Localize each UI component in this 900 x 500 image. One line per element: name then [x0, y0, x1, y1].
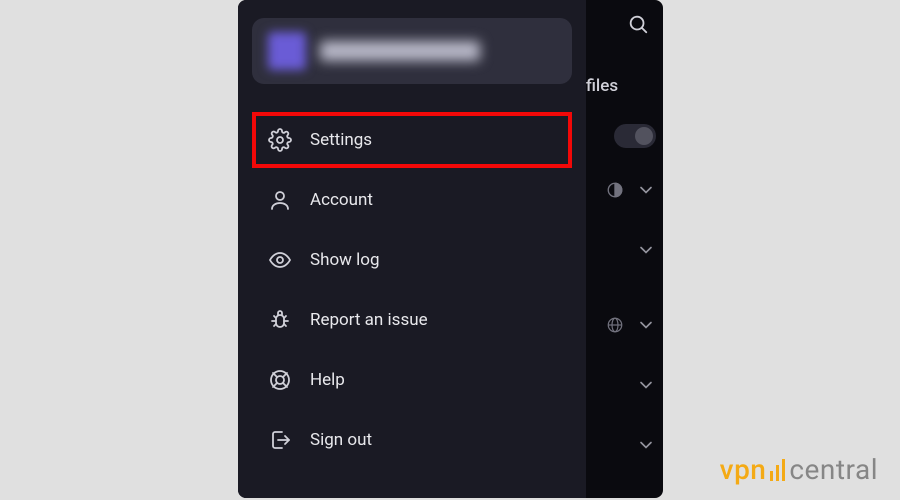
chevron-down-icon[interactable] [636, 435, 656, 459]
menu-item-settings[interactable]: Settings [256, 114, 568, 166]
eye-icon [268, 248, 292, 272]
bg-toggle[interactable] [614, 124, 656, 148]
bg-row-2 [636, 240, 656, 264]
menu-item-account[interactable]: Account [256, 174, 568, 226]
app-window: files [238, 0, 663, 498]
menu-item-label: Help [310, 370, 345, 390]
watermark-left: vpn [720, 453, 767, 486]
drawer-menu: Settings Account Show log Report an issu… [252, 114, 572, 466]
lifebuoy-icon [268, 368, 292, 392]
bg-row-4 [636, 375, 656, 399]
profile-card[interactable] [252, 18, 572, 84]
menu-item-label: Report an issue [310, 310, 428, 330]
avatar [268, 32, 306, 70]
gear-icon [268, 128, 292, 152]
globe-icon [606, 316, 624, 338]
chevron-down-icon[interactable] [636, 180, 656, 204]
menu-item-label: Account [310, 190, 373, 210]
menu-item-label: Sign out [310, 430, 372, 450]
chevron-down-icon[interactable] [636, 375, 656, 399]
bug-icon [268, 308, 292, 332]
menu-item-showlog[interactable]: Show log [256, 234, 568, 286]
bg-row-5 [636, 435, 656, 459]
chevron-down-icon[interactable] [636, 240, 656, 264]
chevron-down-icon[interactable] [636, 315, 656, 339]
bg-row-1 [606, 180, 656, 204]
signout-icon [268, 428, 292, 452]
menu-item-report[interactable]: Report an issue [256, 294, 568, 346]
contrast-icon [606, 181, 624, 203]
side-drawer: Settings Account Show log Report an issu… [238, 0, 586, 498]
menu-item-label: Show log [310, 250, 380, 270]
watermark-right: central [789, 453, 878, 486]
bg-header-fragment: files [586, 76, 618, 96]
menu-item-help[interactable]: Help [256, 354, 568, 406]
bg-row-3 [606, 315, 656, 339]
watermark-logo: vpn central [720, 453, 878, 486]
menu-item-label: Settings [310, 130, 372, 150]
profile-name-redacted [320, 41, 480, 61]
background-panel: files [586, 0, 663, 498]
search-button[interactable] [624, 10, 652, 38]
highlight-annotation [252, 112, 572, 168]
signal-bars-icon [770, 459, 785, 481]
menu-item-signout[interactable]: Sign out [256, 414, 568, 466]
user-icon [268, 188, 292, 212]
